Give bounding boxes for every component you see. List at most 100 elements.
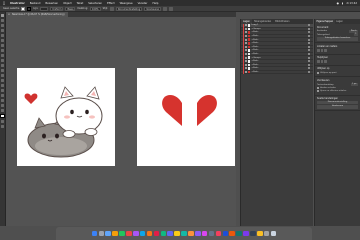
wifi-icon[interactable]: ● [337, 2, 339, 5]
dock-app-icon[interactable] [229, 230, 236, 237]
visibility-eye-icon[interactable] [244, 31, 247, 34]
menu-select[interactable]: Selecteren [88, 2, 102, 5]
scale-strokes-checkbox[interactable] [317, 90, 319, 93]
visibility-eye-icon[interactable] [244, 53, 247, 56]
dock-app-icon[interactable] [160, 230, 167, 237]
target-circle-icon[interactable] [308, 24, 310, 27]
target-circle-icon[interactable] [308, 67, 310, 70]
dock-app-icon[interactable] [119, 230, 125, 237]
dock-app-icon[interactable] [153, 230, 160, 237]
preferences-button[interactable]: Voorkeuren [144, 6, 162, 11]
target-circle-icon[interactable] [308, 42, 310, 45]
lock-guides-icon[interactable] [324, 60, 327, 64]
rulers-icon[interactable] [317, 49, 320, 52]
target-circle-icon[interactable] [308, 35, 310, 38]
scale-tool-icon[interactable] [0, 68, 5, 73]
menu-object[interactable]: Object [63, 2, 71, 5]
shape-builder-tool-icon[interactable] [0, 78, 5, 83]
target-circle-icon[interactable] [308, 49, 310, 52]
visibility-eye-icon[interactable] [244, 38, 247, 41]
guides-icon[interactable] [317, 60, 320, 64]
dock-app-icon[interactable] [181, 230, 187, 237]
more-tools-icon[interactable] [0, 108, 5, 113]
dock-app-icon[interactable] [132, 230, 139, 237]
document-setup-quick-button[interactable]: Documentinstelling [317, 101, 358, 105]
menu-edit[interactable]: Bewerken [45, 2, 58, 5]
snap-checkbox[interactable] [317, 72, 319, 75]
target-circle-icon[interactable] [308, 31, 310, 34]
dock-app-icon[interactable] [257, 230, 263, 237]
stroke-width-field[interactable] [40, 6, 49, 11]
menu-view[interactable]: Weergave [120, 2, 133, 5]
target-circle-icon[interactable] [308, 56, 310, 59]
dock-app-icon[interactable] [188, 230, 194, 237]
target-circle-icon[interactable] [308, 53, 310, 56]
menu-type[interactable]: Tekst [77, 2, 84, 5]
menu-effect[interactable]: Effect [107, 2, 114, 5]
fill-stroke-icon[interactable] [0, 113, 5, 119]
target-circle-icon[interactable] [308, 38, 310, 41]
stroke-swatch[interactable] [27, 6, 32, 11]
paintbrush-tool-icon[interactable] [0, 48, 5, 53]
pen-tool-icon[interactable] [0, 23, 5, 28]
draw-mode-icon[interactable] [0, 119, 5, 124]
smart-guides-icon[interactable] [320, 60, 324, 64]
dock-app-icon[interactable] [98, 230, 105, 237]
scale-corners-checkbox[interactable] [317, 86, 319, 89]
visibility-eye-icon[interactable] [244, 56, 247, 59]
close-tab-icon[interactable]: ✕ [8, 13, 10, 16]
dock-app-icon[interactable] [194, 230, 201, 237]
target-circle-icon[interactable] [308, 27, 310, 30]
target-circle-icon[interactable] [308, 45, 310, 48]
visibility-eye-icon[interactable] [244, 35, 247, 38]
dock-app-icon[interactable] [167, 230, 174, 237]
eyedropper-tool-icon[interactable] [0, 88, 5, 93]
pencil-tool-icon[interactable] [0, 53, 5, 58]
battery-icon[interactable]: ▮ [342, 2, 343, 5]
hand-tool-icon[interactable] [0, 98, 5, 103]
dock-app-icon[interactable] [215, 230, 222, 237]
target-circle-icon[interactable] [308, 63, 310, 66]
visibility-eye-icon[interactable] [244, 49, 247, 52]
dock-app-icon[interactable] [263, 230, 270, 237]
dock-app-icon[interactable] [236, 230, 242, 237]
visibility-eye-icon[interactable] [244, 27, 247, 30]
apple-icon[interactable]:  [3, 1, 5, 5]
rotate-tool-icon[interactable] [0, 63, 5, 68]
selection-tool-icon[interactable] [0, 14, 5, 18]
opacity-field[interactable]: 100% [90, 6, 101, 11]
canvas[interactable] [6, 17, 236, 226]
dock-app-icon[interactable] [270, 230, 277, 237]
keyboard-increment-field[interactable]: 1 px [350, 82, 358, 87]
menu-app[interactable]: Illustrator [10, 2, 25, 5]
zoom-tool-icon[interactable] [0, 103, 5, 108]
align-icon[interactable] [169, 6, 174, 11]
brush-style-select[interactable]: Basis [65, 6, 76, 11]
eraser-tool-icon[interactable] [0, 58, 5, 63]
uniform-select[interactable]: Uniform [50, 6, 64, 11]
pixel-grid-icon[interactable] [324, 49, 327, 52]
gradient-tool-icon[interactable] [0, 83, 5, 88]
dock-app-icon[interactable] [146, 230, 153, 237]
document-setup-button[interactable]: Documentinstelling [115, 6, 143, 11]
artboard-tool-icon[interactable] [0, 93, 5, 98]
type-tool-icon[interactable] [0, 33, 5, 38]
grid-icon[interactable] [320, 49, 324, 52]
visibility-eye-icon[interactable] [244, 24, 247, 27]
line-tool-icon[interactable] [0, 38, 5, 43]
split-heart-illustration[interactable] [137, 68, 235, 166]
layer-row[interactable]: <Pad> [241, 70, 313, 75]
tab-layers-secondary[interactable]: Lagen [335, 19, 345, 24]
dock-app-icon[interactable] [174, 230, 180, 237]
artboard-select[interactable]: 1 [353, 32, 358, 37]
visibility-eye-icon[interactable] [244, 60, 247, 63]
preferences-quick-button[interactable]: Voorkeuren [317, 105, 358, 109]
dock-app-icon[interactable] [243, 230, 249, 237]
graphic-style-swatch[interactable] [109, 6, 114, 11]
dock-app-icon[interactable] [91, 230, 98, 237]
visibility-eye-icon[interactable] [244, 67, 247, 70]
rectangle-tool-icon[interactable] [0, 43, 5, 48]
clock[interactable]: di 13:42 [346, 2, 357, 5]
dock-app-icon[interactable] [222, 230, 229, 237]
direct-selection-tool-icon[interactable] [0, 18, 5, 23]
